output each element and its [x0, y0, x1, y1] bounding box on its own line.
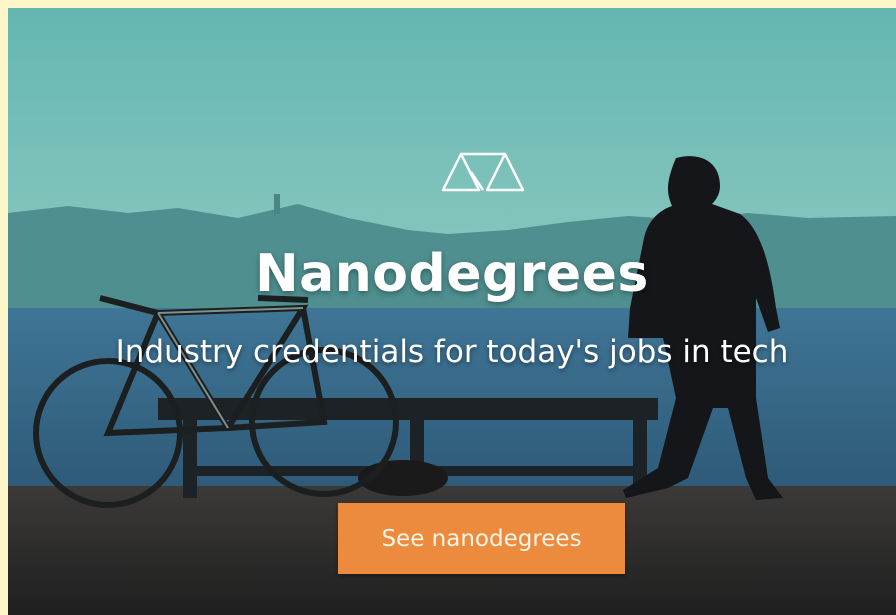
- nanodegree-scales-icon: [441, 152, 525, 192]
- hero-subtitle: Industry credentials for today's jobs in…: [115, 334, 789, 370]
- hero-banner: Nanodegrees Industry credentials for tod…: [8, 8, 896, 615]
- hero-title: Nanodegrees: [255, 244, 649, 304]
- see-nanodegrees-button[interactable]: See nanodegrees: [338, 503, 625, 574]
- hero-content: Nanodegrees Industry credentials for tod…: [8, 8, 896, 615]
